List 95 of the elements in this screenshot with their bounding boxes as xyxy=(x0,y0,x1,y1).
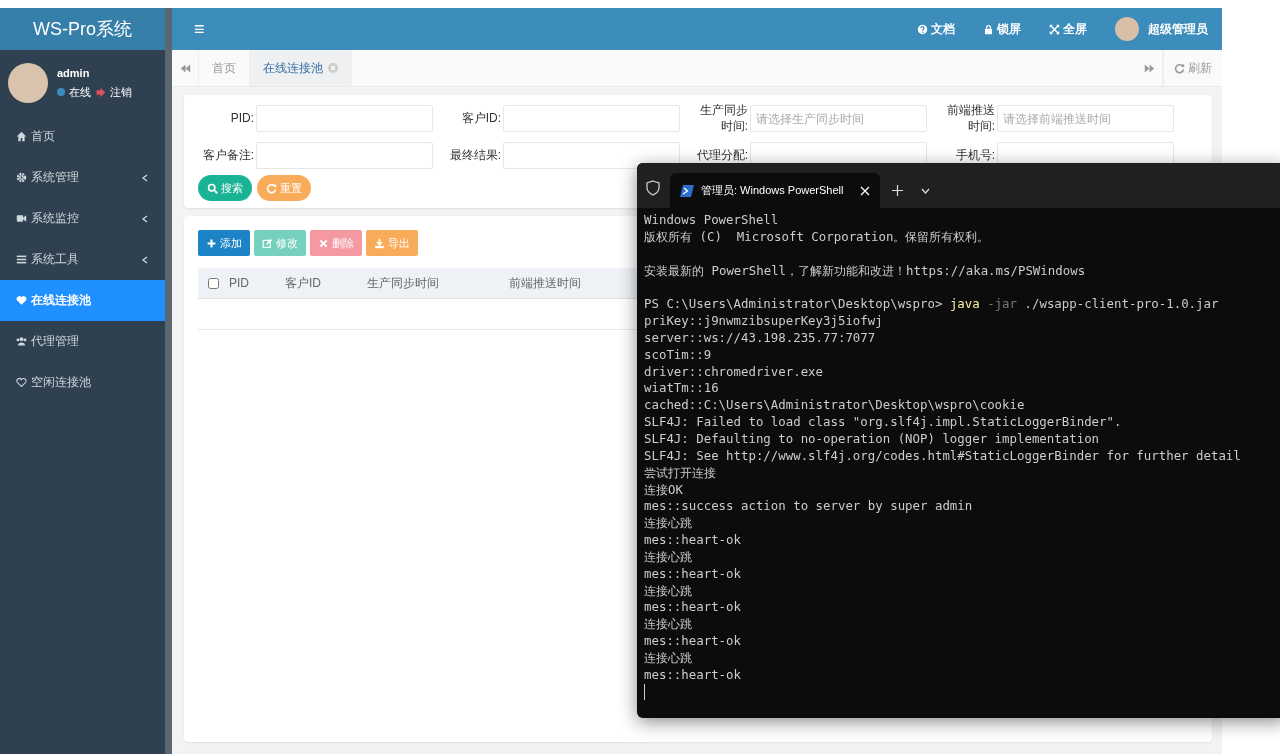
field-label: 前端推送时间: xyxy=(946,103,996,135)
field-label: 代理分配: xyxy=(695,147,749,164)
column-header: PID xyxy=(229,276,250,290)
sidebar-item[interactable]: 代理管理 xyxy=(0,321,165,362)
terminal-line: cached::C:\Users\Administrator\Desktop\wspro\cookie xyxy=(644,397,1026,415)
column-header: 生产同步时间 xyxy=(367,274,440,292)
menu-button[interactable]: ≡ xyxy=(194,18,205,40)
search-button[interactable]: 搜索 xyxy=(198,175,252,202)
lock-icon xyxy=(983,23,994,35)
users-icon xyxy=(16,336,27,347)
sidebar-item[interactable]: 系统管理 xyxy=(0,157,165,198)
user-avatar xyxy=(8,63,48,103)
field-label: 客户ID: xyxy=(460,110,502,127)
logout-link[interactable]: 注销 xyxy=(110,84,132,100)
list-icon xyxy=(16,254,27,265)
terminal-line: wiatTm::16 xyxy=(644,380,720,398)
column-header: 客户ID xyxy=(285,274,322,292)
terminal-line: 版权所有 (C) Microsoft Corporation。保留所有权利。 xyxy=(644,228,991,246)
toolbar-link[interactable]: 锁屏 xyxy=(983,20,1021,38)
dropdown-icon[interactable] xyxy=(921,188,930,194)
video-camera-icon xyxy=(16,213,27,224)
input-field[interactable] xyxy=(256,142,433,170)
terminal-line: mes::success action to server by super admin xyxy=(644,498,974,516)
field-label: 客户备注: xyxy=(201,147,255,164)
page-tab[interactable]: 在线连接池 xyxy=(250,50,352,86)
user-menu[interactable]: 超级管理员 xyxy=(1115,17,1208,41)
double-right-arrow-icon xyxy=(1143,62,1155,74)
field-label: PID: xyxy=(229,110,255,127)
input-field[interactable] xyxy=(503,142,680,170)
terminal-line: server::ws://43.198.235.77:7077 xyxy=(644,329,877,347)
online-status-dot xyxy=(57,88,65,96)
toolbar-link[interactable]: 文档 xyxy=(917,20,955,38)
terminal-line: priKey::j9nwmzibsuperKey3j5iofwj xyxy=(644,313,884,330)
terminal-line: mes::heart-ok xyxy=(644,599,742,617)
field-label: 最终结果: xyxy=(448,147,502,164)
sidebar-item[interactable]: 空闲连接池 xyxy=(0,362,165,403)
home-icon xyxy=(16,131,27,142)
heart-icon xyxy=(16,295,27,306)
terminal-line: 尝试打开连接 xyxy=(644,464,717,482)
search-icon xyxy=(207,182,218,194)
sidebar-item[interactable]: 首页 xyxy=(0,116,165,157)
terminal-line: 连接心跳 xyxy=(644,616,693,634)
field-label: 生产同步时间: xyxy=(699,103,749,135)
heart-outline-icon xyxy=(16,377,27,388)
terminal-tab[interactable]: 管理员: Windows PowerShell xyxy=(670,173,880,208)
terminal-line: 连接心跳 xyxy=(644,649,693,667)
terminal-line: 连接OK xyxy=(644,481,684,499)
shield-icon xyxy=(646,180,660,196)
online-status: 在线 xyxy=(69,84,91,100)
terminal-line: 连接心跳 xyxy=(644,582,693,600)
terminal-line: SLF4J: See http://www.slf4j.org/codes.html#StaticLoggerBinder for further detail xyxy=(644,447,1242,465)
terminal-line: 连接心跳 xyxy=(644,515,693,533)
reset-button[interactable]: 重置 xyxy=(257,175,311,202)
plus-icon xyxy=(206,237,217,249)
sidebar-item[interactable]: 系统工具 xyxy=(0,239,165,280)
logout-icon[interactable] xyxy=(95,86,106,98)
refresh-icon xyxy=(266,182,277,194)
terminal-line: mes::heart-ok xyxy=(644,666,742,684)
x-icon xyxy=(318,237,329,249)
settings-icon xyxy=(16,172,27,183)
select-all-checkbox[interactable] xyxy=(208,277,219,289)
text-cursor xyxy=(644,683,645,700)
double-left-arrow-icon xyxy=(179,62,191,74)
sidebar-item[interactable]: 在线连接池 xyxy=(0,280,165,321)
input-field[interactable] xyxy=(503,105,680,133)
terminal-line: SLF4J: Failed to load class "org.slf4j.impl.StaticLoggerBinder". xyxy=(644,414,1123,431)
powershell-icon xyxy=(680,184,694,197)
close-icon[interactable] xyxy=(860,185,870,196)
input-field[interactable]: 请选择生产同步时间 xyxy=(750,105,927,133)
terminal-line: SLF4J: Defaulting to no-operation (NOP) logger implementation xyxy=(644,430,1101,448)
terminal-command: PS C:\Users\Administrator\Desktop\wspro> java -jar ./wsapp-client-pro-1.0.jar xyxy=(644,296,1220,314)
toolbar-link[interactable]: 全屏 xyxy=(1049,20,1087,38)
terminal-line: Windows PowerShell xyxy=(644,212,780,229)
download-icon xyxy=(374,237,385,249)
input-field[interactable]: 请选择前端推送时间 xyxy=(997,105,1174,133)
terminal-line: 安装最新的 PowerShell，了解新功能和改进！https://aka.ms/PSWindows xyxy=(644,262,1087,280)
input-field[interactable] xyxy=(256,105,433,133)
terminal-line: driver::chromedriver.exe xyxy=(644,363,825,381)
sidebar-item[interactable]: 系统监控 xyxy=(0,198,165,239)
add-button[interactable]: 添加 xyxy=(198,230,250,256)
fullscreen-icon xyxy=(1049,23,1060,35)
field-label: 手机号: xyxy=(954,147,996,164)
terminal-line: mes::heart-ok xyxy=(644,532,742,549)
refresh-icon xyxy=(1174,62,1185,74)
edit-icon xyxy=(262,237,273,249)
user-name: admin xyxy=(57,66,91,79)
terminal-line: mes::heart-ok xyxy=(644,633,742,650)
terminal-line: scoTim::9 xyxy=(644,346,713,364)
column-header: 前端推送时间 xyxy=(509,274,582,292)
export-button[interactable]: 导出 xyxy=(366,230,418,256)
terminal-line: 连接心跳 xyxy=(644,548,693,566)
app-title: WS-Pro系统 xyxy=(0,8,165,50)
help-icon xyxy=(917,23,928,35)
new-tab-icon[interactable] xyxy=(892,185,903,196)
terminal-line: mes::heart-ok xyxy=(644,565,742,583)
